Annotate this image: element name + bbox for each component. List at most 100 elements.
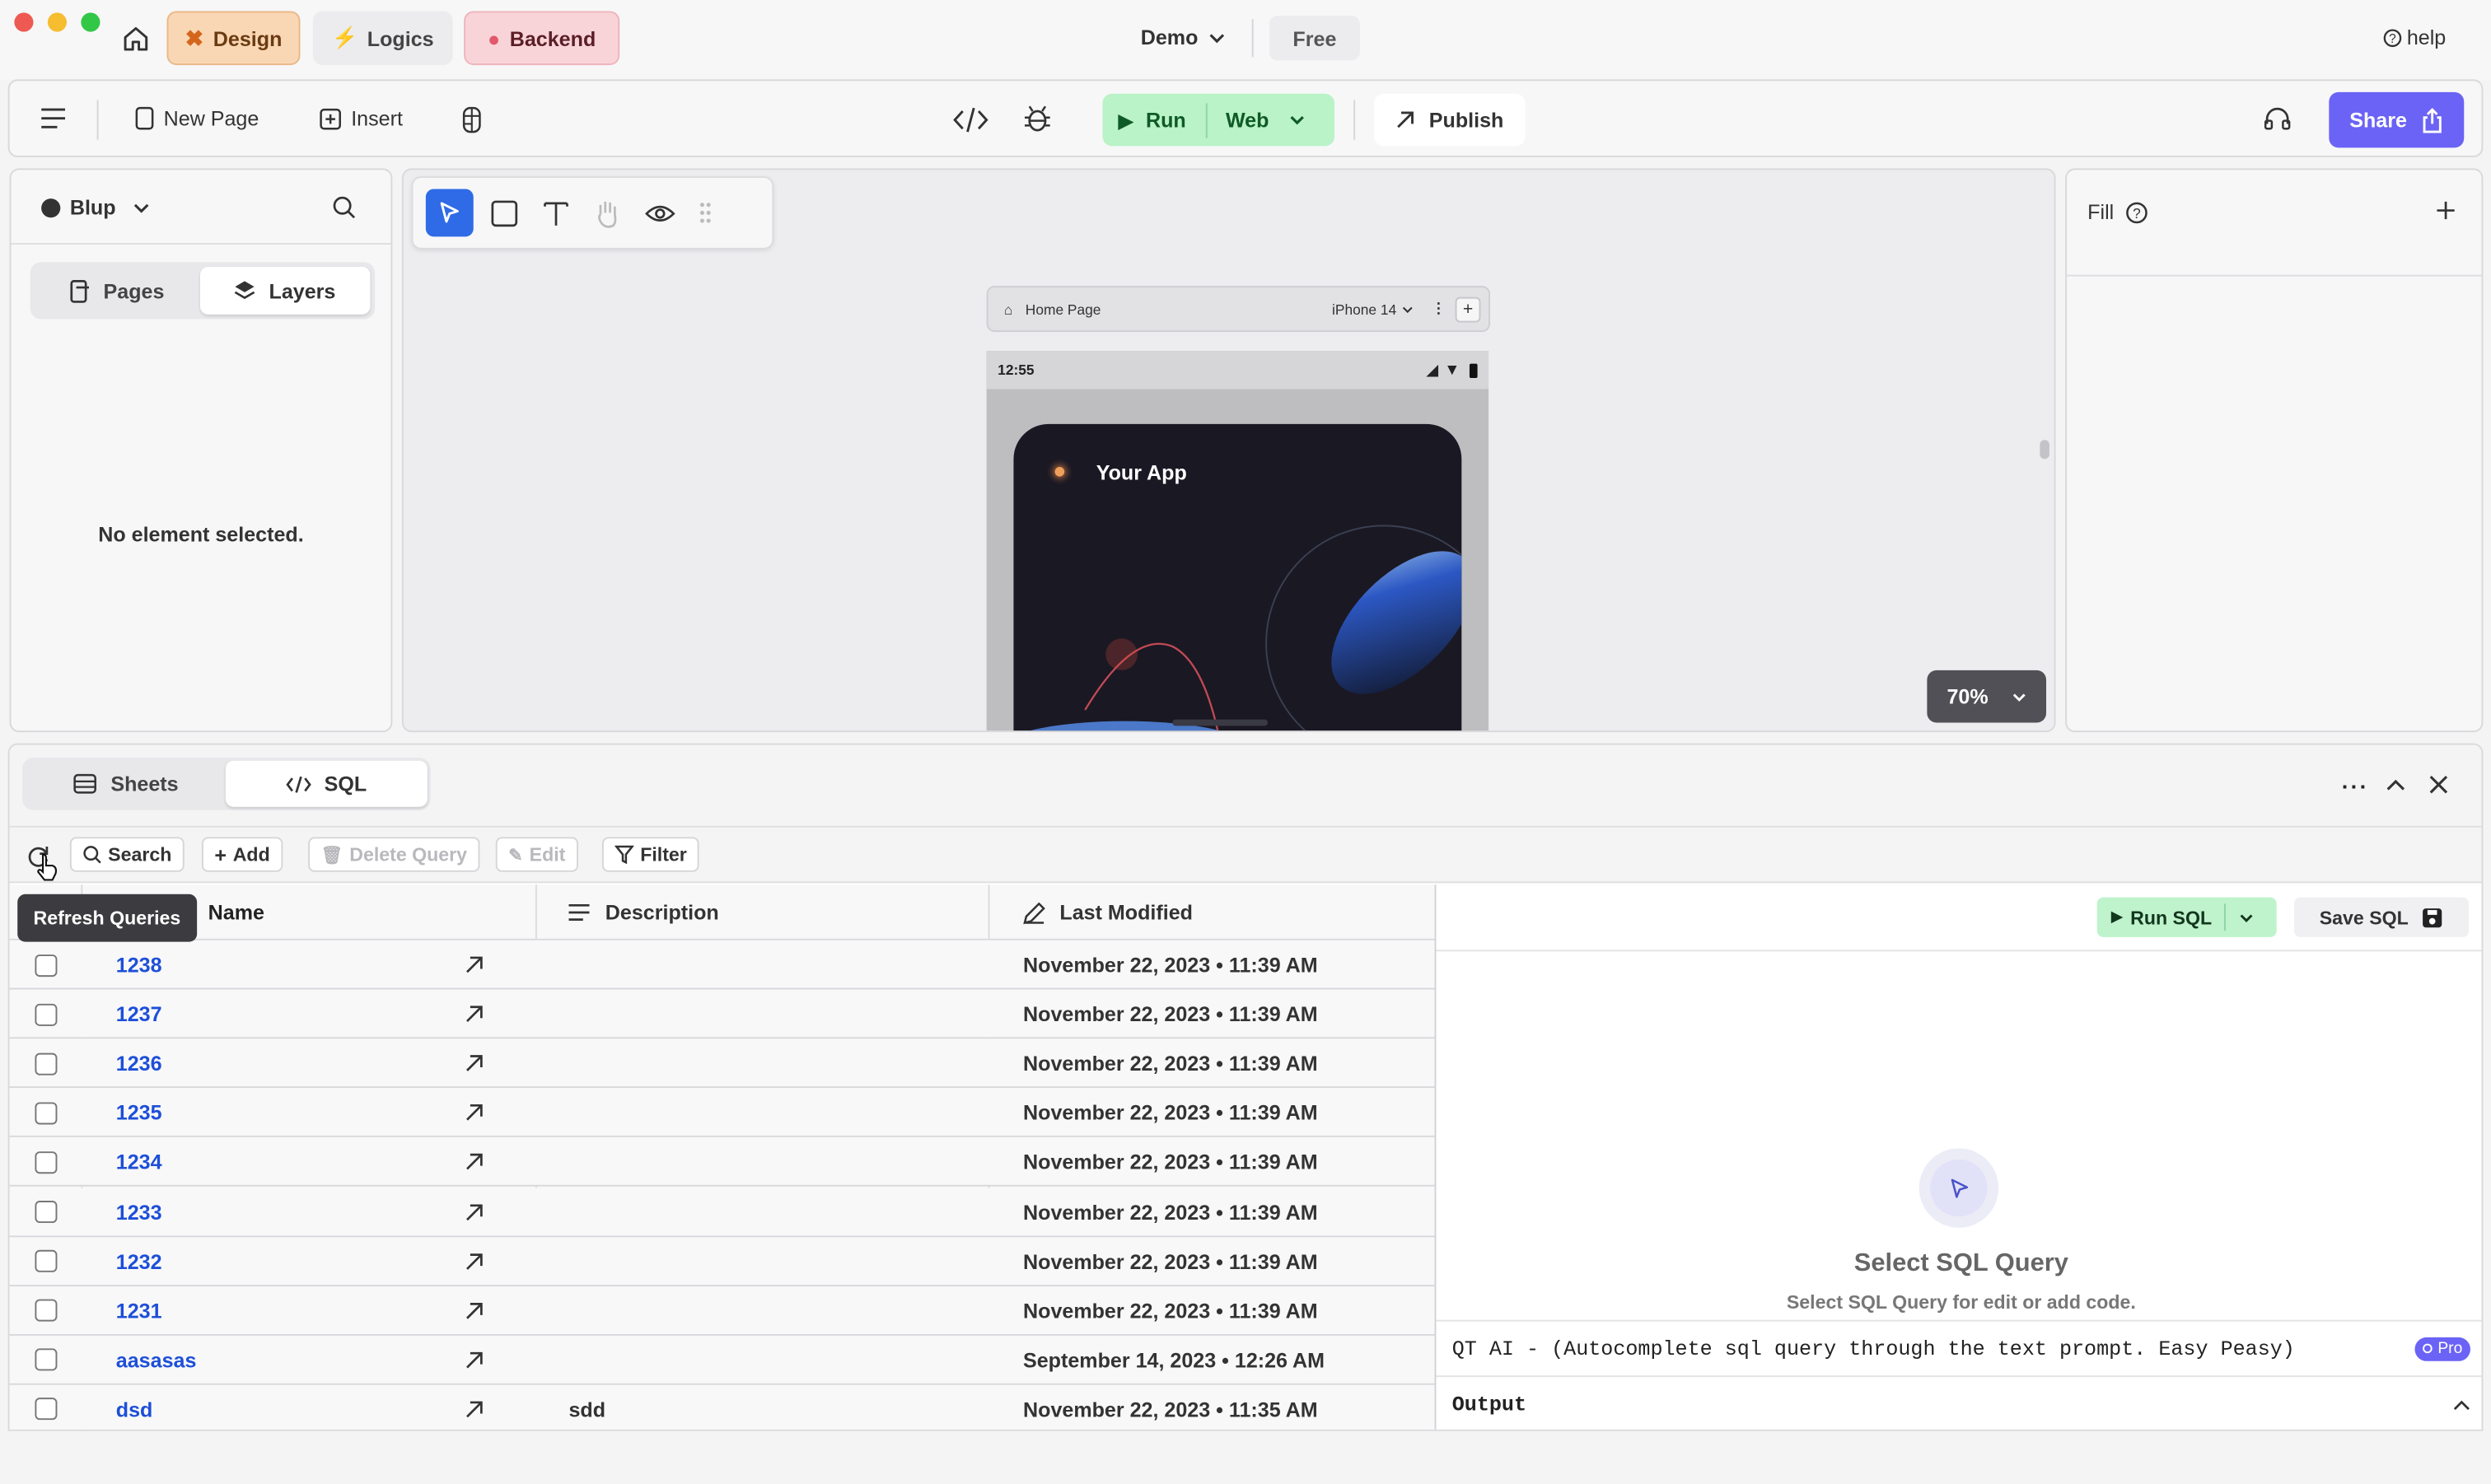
plan-badge[interactable]: Free [1269, 16, 1360, 61]
filter-button[interactable]: Filter [601, 837, 700, 872]
table-row[interactable]: 1232 November 22, 2023 • 11:39 AM [9, 1236, 1435, 1286]
open-query-arrow-icon[interactable] [465, 1336, 483, 1385]
drag-handle-icon[interactable] [699, 202, 712, 224]
row-checkbox[interactable] [35, 1286, 58, 1336]
table-row[interactable]: aasasas September 14, 2023 • 12:26 AM [9, 1335, 1435, 1385]
row-checkbox[interactable] [35, 1237, 58, 1286]
open-query-arrow-icon[interactable] [465, 1286, 483, 1336]
row-checkbox[interactable] [35, 1089, 58, 1138]
table-row[interactable]: 1231 November 22, 2023 • 11:39 AM [9, 1286, 1435, 1336]
row-checkbox[interactable] [35, 1039, 58, 1089]
help-circle-icon[interactable]: ? [2125, 201, 2147, 223]
run-button[interactable]: ▶ Run [1102, 108, 1186, 132]
query-name-link[interactable]: 1231 [116, 1286, 162, 1336]
window-minimize-dot[interactable] [47, 12, 68, 32]
query-name-link[interactable]: 1237 [116, 990, 162, 1039]
publish-button[interactable]: Publish [1374, 93, 1526, 147]
open-query-arrow-icon[interactable] [465, 1188, 483, 1237]
query-name-link[interactable]: dsd [116, 1385, 153, 1430]
select-tool-icon[interactable] [425, 189, 474, 237]
code-icon[interactable] [953, 106, 988, 133]
chevron-down-icon[interactable] [2239, 909, 2255, 925]
open-query-arrow-icon[interactable] [465, 990, 483, 1039]
table-row[interactable]: 1238 November 22, 2023 • 11:39 AM [9, 940, 1435, 990]
figma-icon[interactable] [462, 106, 481, 133]
window-close-dot[interactable] [14, 12, 34, 32]
table-row[interactable]: 1236 November 22, 2023 • 11:39 AM [9, 1038, 1435, 1089]
save-sql-button[interactable]: Save SQL [2293, 897, 2470, 937]
column-name[interactable]: Name [208, 901, 264, 925]
tab-design[interactable]: ✖ Design [166, 11, 301, 66]
canvas-scroll-handle[interactable] [2040, 440, 2049, 460]
text-tool-icon[interactable] [542, 198, 571, 227]
collapse-icon[interactable] [2386, 777, 2405, 792]
phone-frame[interactable]: 12:55 ◢ ▼ Your App [986, 351, 1489, 731]
open-query-arrow-icon[interactable] [465, 1039, 483, 1089]
home-icon[interactable] [121, 24, 152, 54]
tab-backend[interactable]: ● Backend [464, 11, 620, 66]
tab-logics[interactable]: ⚡ Logics [312, 11, 453, 66]
target-dropdown[interactable]: Web [1226, 108, 1306, 132]
query-name-link[interactable]: 1235 [116, 1089, 162, 1138]
preview-eye-icon[interactable] [645, 203, 675, 223]
more-options-icon[interactable]: ··· [2342, 773, 2369, 799]
tab-pages[interactable]: Pages [35, 267, 199, 315]
insert-button[interactable]: Insert [320, 106, 403, 130]
row-checkbox[interactable] [35, 990, 58, 1039]
search-button[interactable]: Search [69, 837, 185, 872]
table-row[interactable]: 1237 November 22, 2023 • 11:39 AM [9, 989, 1435, 1039]
rectangle-tool-icon[interactable] [491, 199, 518, 226]
bug-icon[interactable] [1024, 105, 1050, 133]
close-panel-icon[interactable] [2429, 775, 2448, 794]
open-query-arrow-icon[interactable] [465, 940, 483, 990]
frame-add-icon[interactable]: + [1455, 296, 1481, 322]
row-checkbox[interactable] [35, 940, 58, 990]
device-dropdown[interactable]: iPhone 14 [1332, 301, 1396, 316]
tab-layers[interactable]: Layers [199, 267, 371, 315]
query-name-link[interactable]: 1232 [116, 1237, 162, 1286]
frame-header[interactable]: ⌂ Home Page iPhone 14 ⋮ + [986, 286, 1491, 333]
ai-prompt-bar[interactable]: QT AI - (Autocomplete sql query through … [1436, 1319, 2482, 1376]
project-dropdown[interactable]: Demo [1141, 26, 1227, 49]
query-name-link[interactable]: 1233 [116, 1188, 162, 1237]
project-switcher[interactable]: Blup [41, 195, 151, 219]
tab-sql[interactable]: SQL [225, 760, 428, 807]
new-page-button[interactable]: New Page [135, 106, 259, 130]
query-name-link[interactable]: 1234 [116, 1138, 162, 1188]
table-row[interactable]: 1234 November 22, 2023 • 11:39 AM [9, 1137, 1435, 1188]
app-card[interactable]: Your App [1013, 423, 1462, 731]
column-description[interactable]: Description [568, 901, 719, 924]
search-icon[interactable] [332, 195, 356, 219]
row-checkbox[interactable] [35, 1188, 58, 1237]
frame-more-icon[interactable]: ⋮ [1432, 301, 1446, 318]
edit-query-button[interactable]: ✎ Edit [495, 837, 578, 872]
headset-icon[interactable] [2264, 106, 2291, 132]
open-query-arrow-icon[interactable] [465, 1385, 483, 1430]
zoom-dropdown[interactable]: 70% [1927, 670, 2047, 723]
output-section-header[interactable]: Output [1436, 1375, 2482, 1430]
run-sql-button[interactable]: ▶ Run SQL [2097, 906, 2212, 928]
query-name-link[interactable]: 1236 [116, 1039, 162, 1089]
open-query-arrow-icon[interactable] [465, 1089, 483, 1138]
add-query-button[interactable]: + Add [201, 837, 283, 872]
output-label: Output [1451, 1393, 1527, 1417]
hand-tool-icon[interactable] [594, 198, 621, 228]
table-row[interactable]: 1235 November 22, 2023 • 11:39 AM [9, 1088, 1435, 1138]
window-zoom-dot[interactable] [81, 12, 100, 32]
column-last-modified[interactable]: Last Modified [1023, 901, 1193, 924]
delete-query-button[interactable]: 🗑 Delete Query [308, 837, 480, 872]
table-row[interactable]: 1233 November 22, 2023 • 11:39 AM [9, 1187, 1435, 1237]
row-checkbox[interactable] [35, 1138, 58, 1188]
share-button[interactable]: Share [2329, 91, 2465, 148]
row-checkbox[interactable] [35, 1385, 58, 1430]
query-name-link[interactable]: 1238 [116, 940, 162, 990]
row-checkbox[interactable] [35, 1336, 58, 1385]
query-name-link[interactable]: aasasas [116, 1336, 197, 1385]
add-fill-icon[interactable] [2436, 200, 2456, 221]
open-query-arrow-icon[interactable] [465, 1138, 483, 1188]
help-link[interactable]: ? help [2383, 26, 2446, 49]
tab-sheets[interactable]: Sheets [26, 761, 226, 807]
open-query-arrow-icon[interactable] [465, 1237, 483, 1286]
table-row[interactable]: dsd sdd November 22, 2023 • 11:35 AM [9, 1384, 1435, 1430]
menu-icon[interactable] [41, 108, 66, 128]
